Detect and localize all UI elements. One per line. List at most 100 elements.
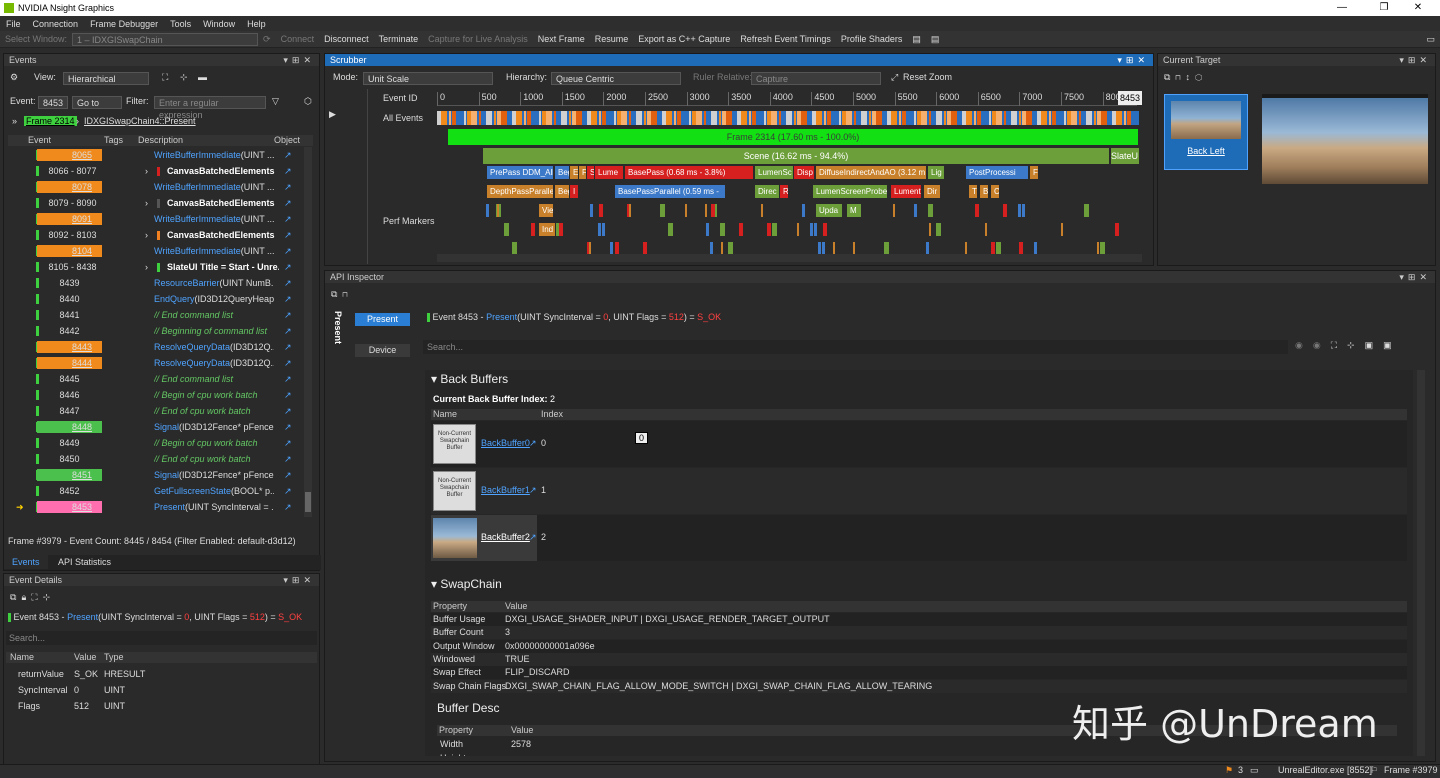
expand-icon[interactable]: ⛶ (1331, 340, 1347, 350)
event-description[interactable]: ResolveQueryData(ID3D12Q... (154, 339, 274, 355)
perf-marker-small[interactable] (1061, 223, 1063, 236)
backbuffer-thumbnail[interactable]: Non-Current Swapchain Buffer (433, 424, 476, 464)
object-link-icon[interactable]: ↗ (284, 243, 292, 259)
menu-help[interactable]: Help (247, 19, 266, 29)
save-all-icon[interactable]: ▣ (1383, 340, 1402, 350)
perf-marker[interactable]: F (1030, 166, 1038, 179)
event-input[interactable]: 8453 (38, 96, 68, 109)
perf-marker[interactable]: S (587, 166, 594, 179)
event-id[interactable]: 8446 (37, 387, 102, 403)
table-row[interactable]: 8104 WriteBufferImmediate(UINT ... ↗ (4, 243, 304, 259)
perf-marker[interactable]: M (847, 204, 861, 217)
event-description[interactable]: ResolveQueryData(ID3D12Q... (154, 355, 274, 371)
perf-marker[interactable]: Direc (755, 185, 779, 198)
event-description[interactable]: WriteBufferImmediate(UINT ... (154, 147, 274, 163)
event-id[interactable]: 8447 (37, 403, 102, 419)
perf-marker-small[interactable] (705, 204, 707, 217)
event-id[interactable]: 8104 (37, 245, 102, 257)
perf-marker[interactable]: LumenScreenProbe (813, 185, 887, 198)
object-link-icon[interactable]: ↗ (284, 451, 292, 467)
perf-marker[interactable]: Lig (928, 166, 944, 179)
menu-window[interactable]: Window (203, 19, 235, 29)
tag-icon[interactable]: ⬡ (304, 96, 312, 107)
api-search-input[interactable]: Search... (423, 340, 1288, 354)
object-link-icon[interactable]: ↗ (284, 195, 292, 211)
perf-marker[interactable]: Upda (816, 204, 842, 217)
table-row[interactable]: 8442 // Beginning of command list ↗ (4, 323, 304, 339)
perf-marker-small[interactable] (720, 223, 725, 236)
panel-controls-icon[interactable]: ▾⊞✕ (1399, 271, 1431, 283)
menu-file[interactable]: File (6, 19, 21, 29)
event-id[interactable]: 8439 (37, 275, 102, 291)
menu-connection[interactable]: Connection (33, 19, 79, 29)
object-link-icon[interactable]: ↗ (529, 438, 537, 449)
maximize-button[interactable]: ❐ (1370, 0, 1398, 16)
perf-marker[interactable]: BasePass (0.68 ms - 3.8%) (625, 166, 753, 179)
lock-icon[interactable]: ⊓ (342, 289, 347, 299)
device-button[interactable]: Device (355, 344, 410, 357)
event-description[interactable]: WriteBufferImmediate(UINT ... (154, 211, 274, 227)
scene-bar[interactable]: Scene (16.62 ms - 94.4%) (483, 148, 1109, 164)
table-row[interactable]: 8091 WriteBufferImmediate(UINT ... ↗ (4, 211, 304, 227)
event-id[interactable]: 8450 (37, 451, 102, 467)
perf-marker-small[interactable] (486, 204, 489, 217)
col-tags[interactable]: Tags (104, 135, 123, 146)
event-id[interactable]: 8065 (37, 149, 102, 161)
table-row[interactable]: ➜ 8453 Present(UINT SyncInterval = ... ↗ (4, 499, 304, 515)
object-link-icon[interactable]: ↗ (284, 435, 292, 451)
bd-col-property[interactable]: Property (439, 725, 473, 736)
perf-marker-small[interactable] (1018, 204, 1021, 217)
perf-marker[interactable]: Lument (891, 185, 921, 198)
table-row[interactable]: 8448 Signal(ID3D12Fence* pFence... ↗ (4, 419, 304, 435)
table-row[interactable]: 8450 // End of cpu work batch ↗ (4, 451, 304, 467)
table-row[interactable]: 8445 // End command list ↗ (4, 371, 304, 387)
perf-marker[interactable]: Vie (539, 204, 553, 217)
lock-icon[interactable]: ⊓ (1175, 72, 1180, 82)
backbuffer-thumbnail[interactable]: Non-Current Swapchain Buffer (433, 471, 476, 511)
tab-api-statistics[interactable]: API Statistics (50, 555, 119, 569)
play-icon[interactable]: ▶ (329, 109, 336, 120)
current-event-marker[interactable]: 8453 (1118, 91, 1143, 105)
event-description[interactable]: SlateUI Title = Start - Unre... (167, 259, 279, 275)
event-description[interactable]: // Begin of cpu work batch (154, 387, 274, 403)
col-type[interactable]: Type (104, 652, 124, 663)
expand-arrow-icon[interactable]: › (145, 259, 148, 275)
perf-marker[interactable]: PostProcessi (966, 166, 1028, 179)
table-row[interactable]: 8449 // Begin of cpu work batch ↗ (4, 435, 304, 451)
perf-marker[interactable]: PrePass DDM_AllOpaqu (487, 166, 553, 179)
next-icon[interactable]: ◉ (1313, 340, 1331, 350)
perf-marker[interactable]: LumenSc (755, 166, 793, 179)
event-description[interactable]: // Begin of cpu work batch (154, 435, 274, 451)
col-object[interactable]: Object (274, 135, 300, 146)
reset-zoom-icon[interactable]: ⤢ (891, 72, 898, 83)
object-link-icon[interactable]: ↗ (284, 403, 292, 419)
col-description[interactable]: Description (138, 135, 183, 146)
bufdesc-title[interactable]: Buffer Desc (437, 701, 499, 715)
table-row[interactable]: 8066 - 8077 › CanvasBatchedElements ↗ (4, 163, 304, 179)
capture-live-button[interactable]: Capture for Live Analysis (428, 34, 528, 44)
event-id[interactable]: 8079 - 8090 (40, 195, 105, 211)
event-description[interactable]: CanvasBatchedElements (167, 195, 279, 211)
event-description[interactable]: // End of cpu work batch (154, 451, 274, 467)
collapse-icon[interactable]: ⊹ (180, 72, 188, 83)
prev-icon[interactable]: ◉ (1295, 340, 1313, 350)
object-link-icon[interactable]: ↗ (529, 532, 537, 543)
perf-marker-small[interactable] (893, 204, 895, 217)
perf-marker-small[interactable] (761, 204, 763, 217)
collapse-icon[interactable]: ⊹ (1347, 340, 1365, 350)
perf-marker-small[interactable] (767, 223, 771, 236)
perf-marker-small[interactable] (797, 223, 799, 236)
copy-icon[interactable]: ⧉ (1164, 72, 1170, 82)
event-id[interactable]: 8449 (37, 435, 102, 451)
perf-marker-small[interactable] (772, 223, 777, 236)
bd-col-value[interactable]: Value (511, 725, 533, 736)
perf-marker-small[interactable] (598, 223, 601, 236)
perf-marker[interactable]: DiffuseIndirectAndAO (3.12 m (816, 166, 926, 179)
perf-marker-small[interactable] (928, 204, 933, 217)
back-left-thumb[interactable]: Back Left (1164, 94, 1248, 170)
render-target-preview[interactable] (1262, 94, 1428, 184)
perf-marker[interactable]: I (570, 185, 578, 198)
col-event[interactable]: Event (28, 135, 51, 146)
table-row[interactable]: 8451 Signal(ID3D12Fence* pFence... ↗ (4, 467, 304, 483)
sc-col-property[interactable]: Property (433, 601, 467, 612)
